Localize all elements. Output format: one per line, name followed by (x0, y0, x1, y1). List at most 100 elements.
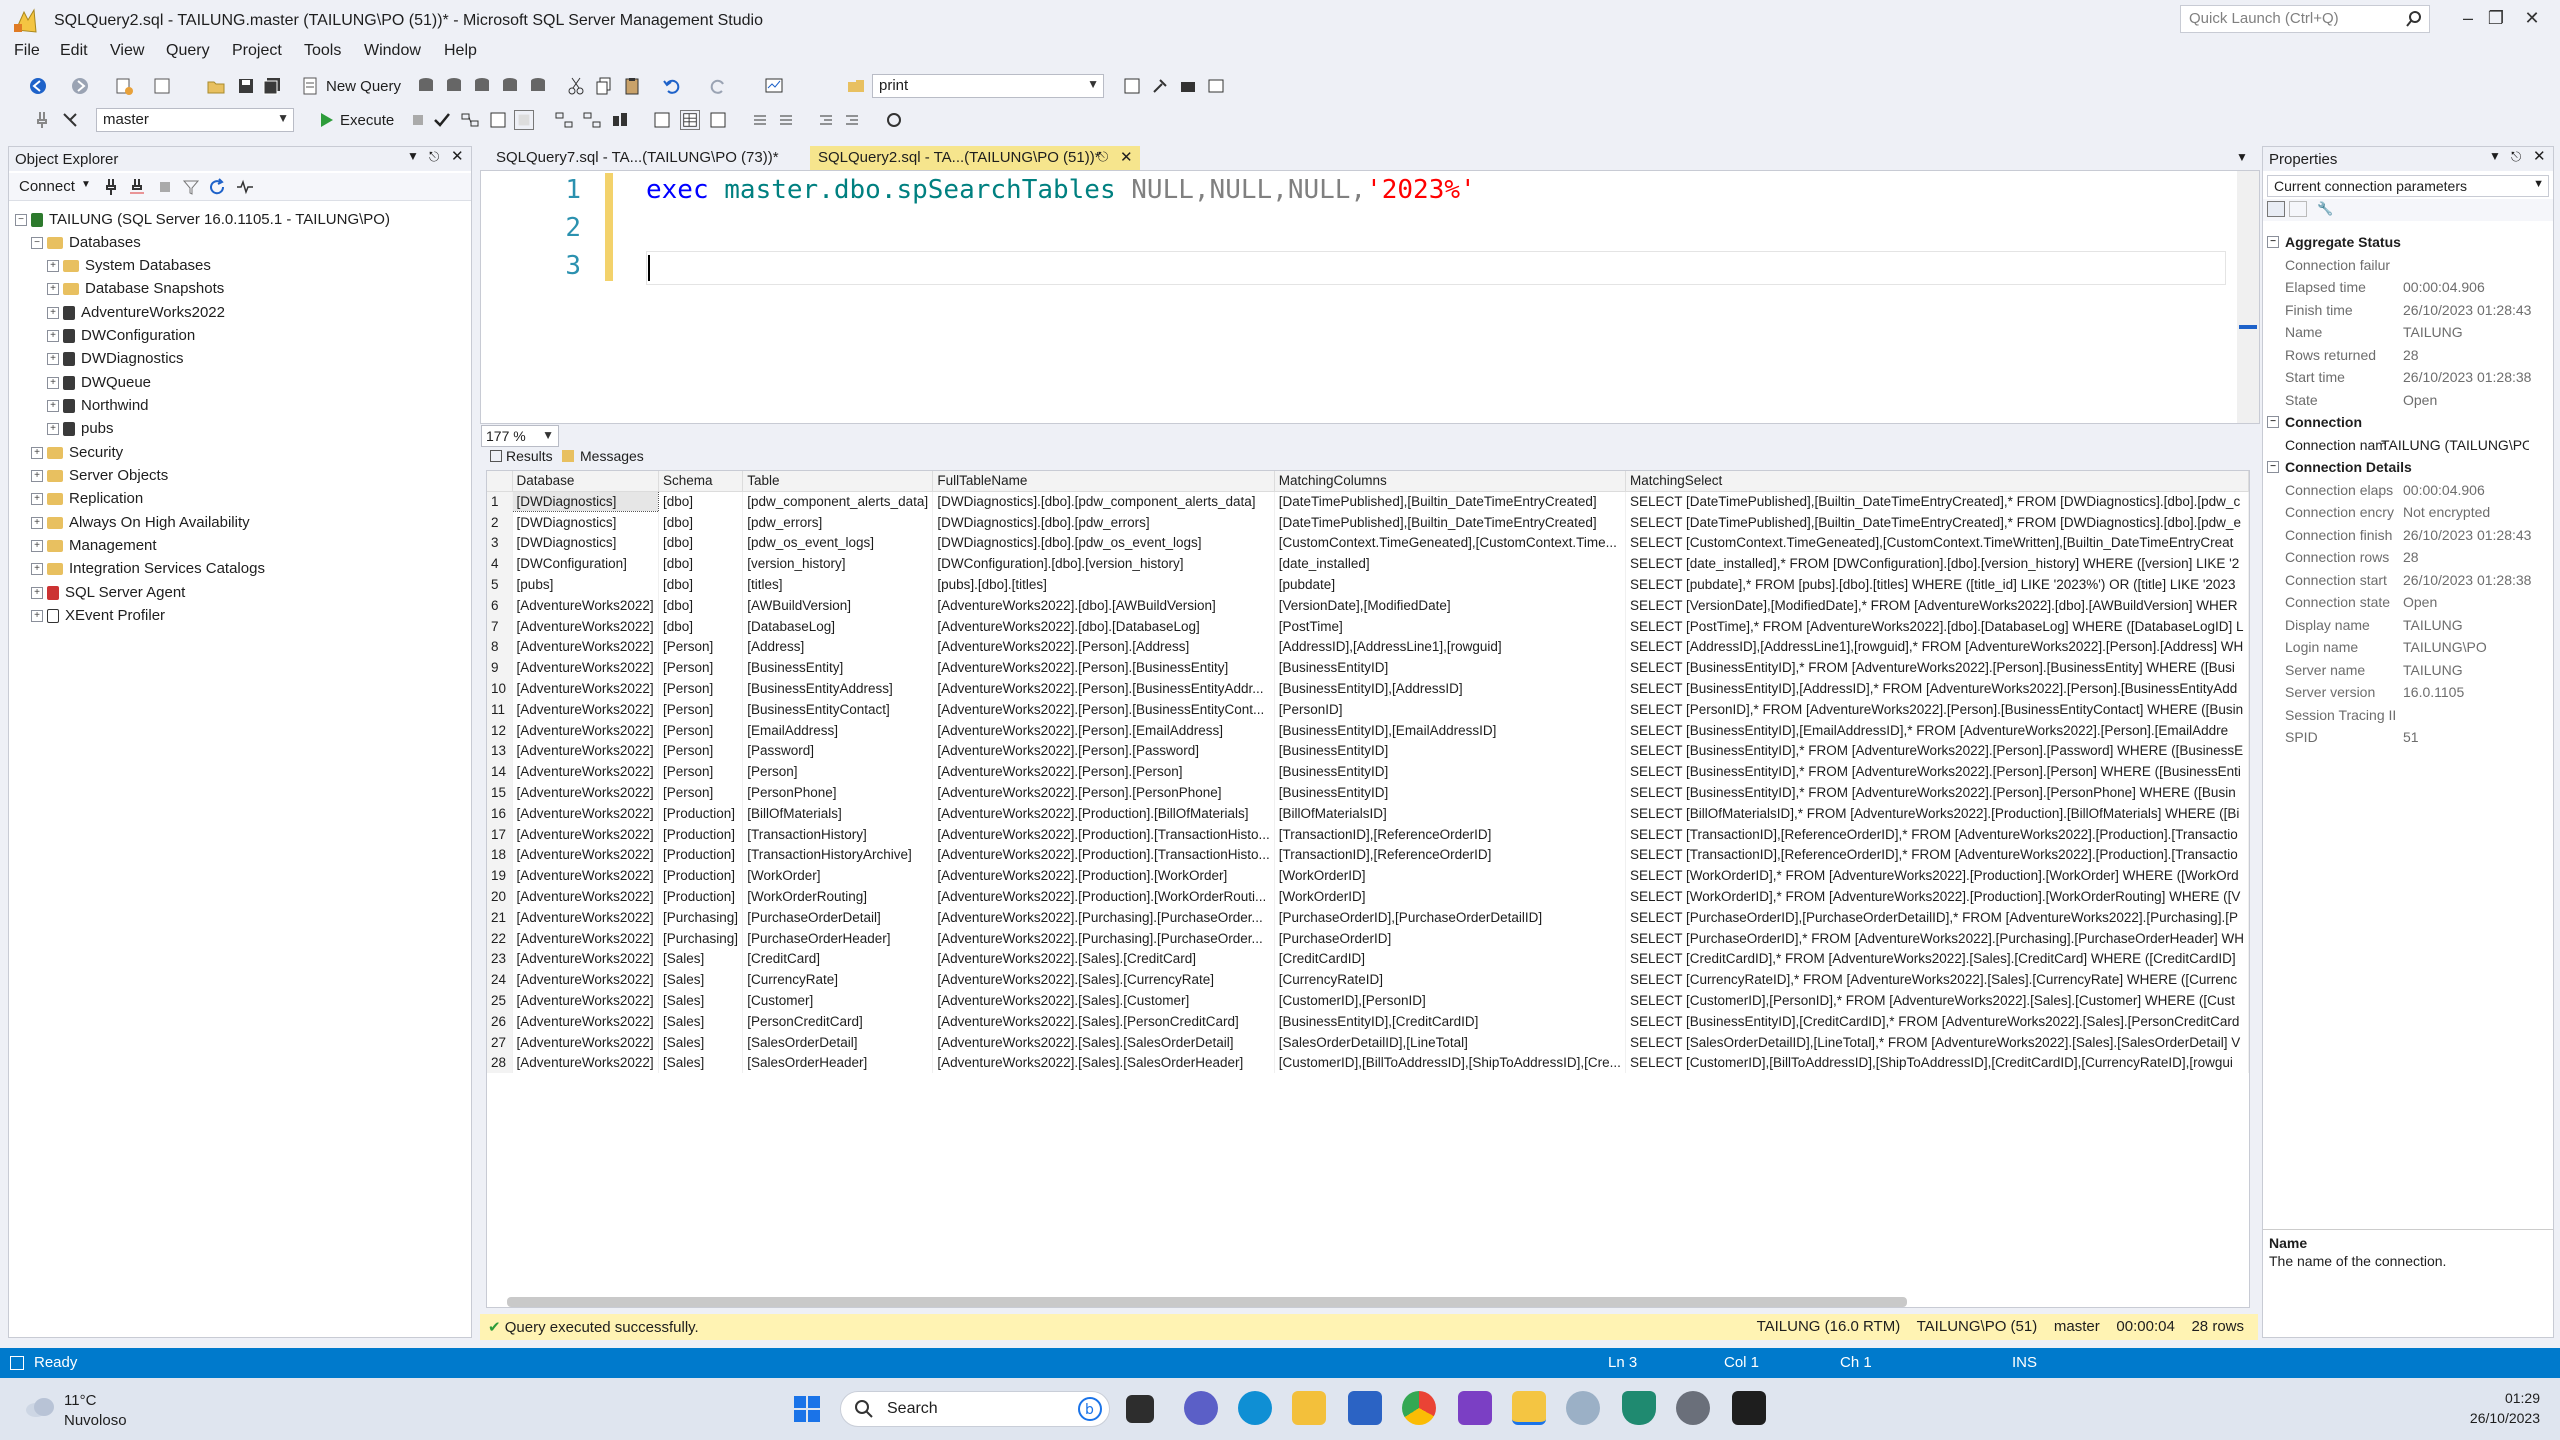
results-horizontal-scrollbar[interactable] (507, 1297, 1907, 1307)
table-cell[interactable]: [Person] (742, 761, 934, 783)
table-cell[interactable]: [dbo] (658, 594, 744, 616)
property-category[interactable]: − Connection Details (2263, 456, 2553, 478)
table-cell[interactable]: [PurchaseOrderHeader] (742, 927, 934, 949)
table-cell[interactable]: [Sales] (658, 1052, 744, 1074)
table-cell[interactable]: [version_history] (742, 553, 934, 575)
chevron-down-icon[interactable]: ▼ (81, 179, 91, 190)
table-cell[interactable]: SELECT [PurchaseOrderID],* FROM [Adventu… (1625, 927, 2249, 949)
table-cell[interactable]: [BusinessEntityID],[CreditCardID] (1274, 1010, 1626, 1032)
tab-sqlquery7[interactable]: SQLQuery7.sql - TA...(TAILUNG\PO (73))* (488, 146, 787, 170)
table-cell[interactable]: [BusinessEntityID] (1274, 761, 1626, 783)
table-cell[interactable]: [AdventureWorks2022] (512, 678, 659, 699)
tree-replication[interactable]: + Replication (31, 488, 143, 510)
tree-security[interactable]: + Security (31, 442, 123, 464)
results-to-file-icon[interactable] (708, 110, 728, 130)
property-category[interactable]: − Aggregate Status (2263, 231, 2553, 253)
paste-icon[interactable] (622, 76, 642, 96)
table-cell[interactable]: [AdventureWorks2022].[Person].[Address] (932, 636, 1275, 658)
edge-icon[interactable] (1238, 1391, 1272, 1425)
new-project-icon[interactable] (114, 76, 134, 96)
tree-db-pubs[interactable]: + pubs (47, 418, 114, 440)
property-row[interactable]: Server name TAILUNG (2263, 659, 2553, 681)
table-cell[interactable]: [AdventureWorks2022] (512, 802, 659, 824)
tree-server-node[interactable]: − TAILUNG (SQL Server 16.0.1105.1 - TAILU… (15, 209, 390, 231)
table-cell[interactable]: [Person] (658, 678, 744, 699)
menu-help[interactable]: Help (444, 42, 477, 60)
property-row[interactable]: Connection elaps 00:00:04.906 (2263, 479, 2553, 501)
row-number[interactable]: 16 (487, 802, 513, 824)
column-header[interactable]: MatchingSelect (1625, 471, 2249, 492)
table-cell[interactable]: SELECT [CustomerID],[PersonID],* FROM [A… (1625, 990, 2249, 1011)
table-cell[interactable]: [TransactionID],[ReferenceOrderID] (1274, 823, 1626, 845)
table-cell[interactable]: [TransactionID],[ReferenceOrderID] (1274, 844, 1626, 866)
table-cell[interactable]: [pubdate] (1274, 574, 1626, 595)
taskbar-search-box[interactable]: Search (840, 1391, 1110, 1427)
table-row[interactable]: 5 [pubs] [dbo] [titles] [pubs].[dbo].[titles… (487, 574, 2249, 595)
security-shield-icon[interactable] (1622, 1391, 1656, 1425)
row-number[interactable]: 27 (487, 1031, 513, 1053)
ssms-taskbar-icon[interactable] (1512, 1391, 1546, 1425)
chrome-icon[interactable] (1402, 1391, 1436, 1425)
table-cell[interactable]: SELECT [CurrencyRateID],* FROM [Adventur… (1625, 969, 2249, 991)
forward-icon[interactable] (70, 76, 90, 96)
table-cell[interactable]: SELECT [PostTime],* FROM [AdventureWorks… (1625, 615, 2249, 637)
increase-indent-icon[interactable] (842, 110, 862, 130)
database-engine-query-icon[interactable] (416, 76, 436, 96)
table-cell[interactable]: SELECT [date_installed],* FROM [DWConfig… (1625, 553, 2249, 575)
open-file-icon[interactable] (206, 76, 226, 96)
tab-messages[interactable]: Messages (580, 448, 644, 464)
table-cell[interactable]: [AdventureWorks2022].[Person].[BusinessE… (932, 657, 1275, 679)
table-cell[interactable]: SELECT [BillOfMaterialsID],* FROM [Adven… (1625, 802, 2249, 824)
table-cell[interactable]: SELECT [WorkOrderID],* FROM [AdventureWo… (1625, 886, 2249, 907)
menu-file[interactable]: File (14, 42, 40, 60)
table-cell[interactable]: [AdventureWorks2022] (512, 782, 659, 803)
table-cell[interactable]: [pubs] (512, 574, 659, 595)
table-cell[interactable]: [Sales] (658, 1031, 744, 1053)
terminal-icon[interactable] (1732, 1391, 1766, 1425)
row-number[interactable]: 5 (487, 574, 513, 595)
undo-icon[interactable] (662, 76, 682, 96)
table-cell[interactable]: [BusinessEntityID] (1274, 657, 1626, 679)
table-row[interactable]: 21 [AdventureWorks2022] [Purchasing] [Purch… (487, 906, 2249, 928)
pin-icon[interactable]: ⎋ (429, 149, 439, 165)
table-cell[interactable]: SELECT [SalesOrderDetailID],[LineTotal],… (1625, 1031, 2249, 1053)
table-cell[interactable]: [AdventureWorks2022] (512, 886, 659, 907)
tree-sql-server-agent[interactable]: + SQL Server Agent (31, 582, 185, 604)
table-cell[interactable]: [TransactionHistory] (742, 823, 934, 845)
property-row[interactable]: Name TAILUNG (2263, 321, 2553, 343)
output-window-icon[interactable] (10, 1356, 24, 1370)
expand-icon[interactable]: + (47, 260, 59, 273)
table-cell[interactable]: [DWDiagnostics] (512, 511, 659, 533)
table-cell[interactable]: SELECT [PurchaseOrderID],[PurchaseOrderD… (1625, 906, 2249, 928)
table-cell[interactable]: [AdventureWorks2022] (512, 823, 659, 845)
uncomment-icon[interactable] (776, 110, 796, 130)
connect-plug-icon[interactable] (101, 177, 121, 197)
execute-icon[interactable] (316, 110, 336, 130)
alphabetical-icon[interactable] (2289, 201, 2307, 217)
property-row[interactable]: SPID 51 (2263, 726, 2553, 748)
expand-icon[interactable]: + (31, 540, 43, 553)
table-cell[interactable]: [titles] (742, 574, 934, 595)
table-cell[interactable]: [AdventureWorks2022] (512, 761, 659, 783)
table-cell[interactable]: [AdventureWorks2022] (512, 740, 659, 762)
table-cell[interactable]: [DWConfiguration].[dbo].[version_history… (932, 553, 1275, 575)
row-number[interactable]: 15 (487, 782, 513, 803)
row-number[interactable]: 25 (487, 990, 513, 1011)
table-cell[interactable]: [Password] (742, 740, 934, 762)
table-cell[interactable]: SELECT [BusinessEntityID],* FROM [Advent… (1625, 740, 2249, 762)
table-cell[interactable]: SELECT [CreditCardID],* FROM [AdventureW… (1625, 948, 2249, 970)
table-cell[interactable]: [PurchaseOrderID],[PurchaseOrderDetailID… (1274, 906, 1626, 928)
tree-server-objects[interactable]: + Server Objects (31, 465, 168, 487)
table-row[interactable]: 13 [AdventureWorks2022] [Person] [Password]… (487, 740, 2249, 762)
table-cell[interactable]: [Production] (658, 865, 744, 887)
chevron-down-icon[interactable]: ▼ (407, 149, 419, 163)
table-cell[interactable]: SELECT [pubdate],* FROM [pubs].[dbo].[ti… (1625, 574, 2249, 595)
property-row[interactable]: State Open (2263, 389, 2553, 411)
table-cell[interactable]: [AdventureWorks2022] (512, 969, 659, 991)
table-cell[interactable]: [AddressID],[AddressLine1],[rowguid] (1274, 636, 1626, 658)
column-header[interactable]: MatchingColumns (1274, 471, 1626, 492)
file-explorer-icon[interactable] (1292, 1391, 1326, 1425)
row-number[interactable]: 26 (487, 1010, 513, 1032)
table-cell[interactable]: [DWConfiguration] (512, 553, 659, 575)
table-cell[interactable]: [SalesOrderHeader] (742, 1052, 934, 1074)
